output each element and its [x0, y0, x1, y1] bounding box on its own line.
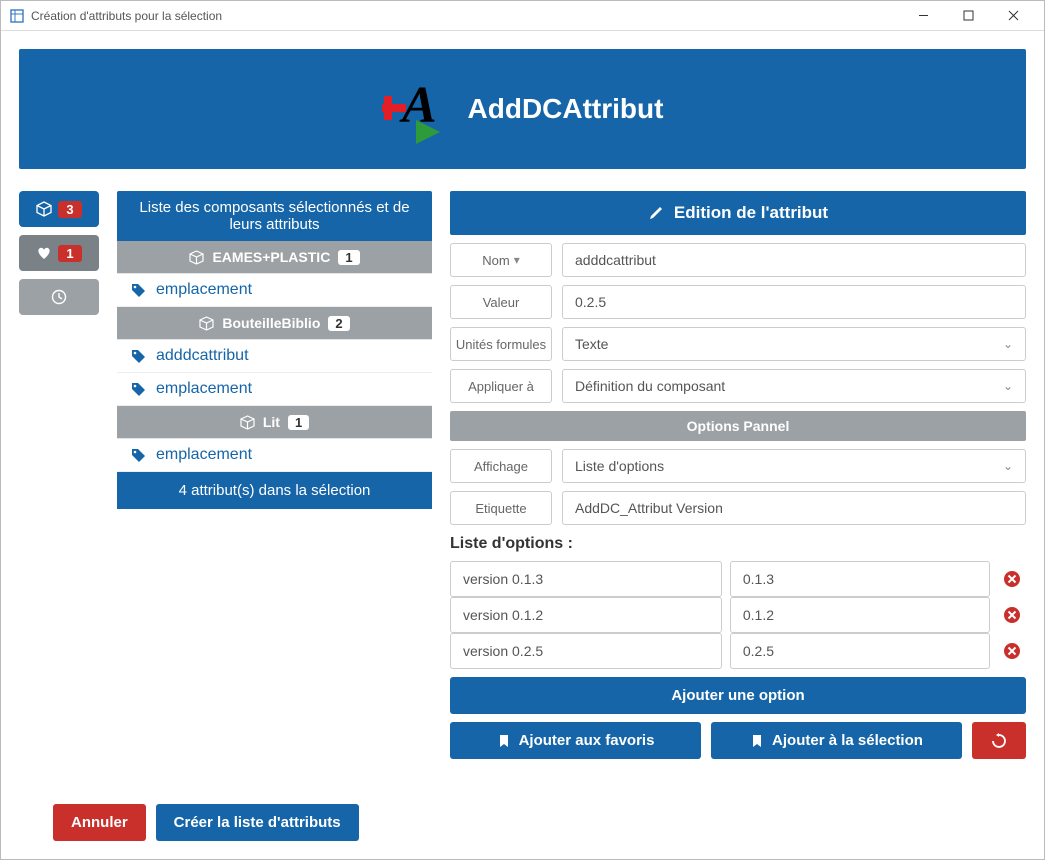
component-name: BouteilleBiblio	[222, 315, 320, 331]
component-list-footer: 4 attribut(s) dans la sélection	[117, 472, 432, 509]
tag-icon	[131, 283, 146, 298]
nom-label-button[interactable]: Nom ▾	[450, 243, 552, 277]
attribute-row[interactable]: emplacement	[117, 439, 432, 472]
affichage-select[interactable]: Liste d'options ⌄	[562, 449, 1026, 483]
attribute-row[interactable]: adddcattribut	[117, 340, 432, 373]
pencil-icon	[648, 205, 664, 221]
titlebar: Création d'attributs pour la sélection	[1, 1, 1044, 31]
selection-count-badge: 3	[58, 201, 81, 218]
favorites-count-badge: 1	[58, 245, 81, 262]
attribute-editor-panel: Edition de l'attribut Nom ▾ Valeur Unité…	[450, 191, 1026, 759]
clock-icon	[51, 289, 67, 305]
close-circle-icon	[1003, 570, 1021, 588]
component-list-header: Liste des composants sélectionnés et de …	[117, 191, 432, 241]
app-icon	[9, 8, 25, 24]
option-name-input[interactable]	[450, 561, 722, 597]
reset-button[interactable]	[972, 722, 1026, 759]
etiquette-label: Etiquette	[450, 491, 552, 525]
delete-option-button[interactable]	[998, 606, 1026, 624]
maximize-button[interactable]	[946, 1, 991, 31]
affichage-label: Affichage	[450, 449, 552, 483]
component-header[interactable]: BouteilleBiblio 2	[117, 307, 432, 340]
chevron-down-icon: ⌄	[1003, 379, 1013, 393]
cancel-button[interactable]: Annuler	[53, 804, 146, 841]
options-pannel-header: Options Pannel	[450, 411, 1026, 441]
chevron-down-icon: ⌄	[1003, 459, 1013, 473]
attribute-row[interactable]: emplacement	[117, 274, 432, 307]
cube-icon	[199, 316, 214, 331]
attribute-name: adddcattribut	[156, 347, 249, 365]
close-window-button[interactable]	[991, 1, 1036, 31]
caret-down-icon: ▾	[514, 253, 520, 267]
delete-option-button[interactable]	[998, 642, 1026, 660]
option-row	[450, 597, 1026, 633]
close-circle-icon	[1003, 606, 1021, 624]
option-name-input[interactable]	[450, 597, 722, 633]
tag-icon	[131, 349, 146, 364]
option-name-input[interactable]	[450, 633, 722, 669]
banner: A AddDCAttribut	[19, 49, 1026, 169]
options-list-title: Liste d'options :	[450, 535, 1026, 553]
option-row	[450, 633, 1026, 669]
cube-icon	[240, 415, 255, 430]
component-count-badge: 1	[288, 415, 309, 430]
heart-icon	[36, 245, 52, 261]
editor-header: Edition de l'attribut	[450, 191, 1026, 235]
option-value-input[interactable]	[730, 561, 990, 597]
component-count-badge: 1	[338, 250, 359, 265]
valeur-input[interactable]	[562, 285, 1026, 319]
window-title: Création d'attributs pour la sélection	[31, 9, 222, 23]
component-list-panel: Liste des composants sélectionnés et de …	[117, 191, 432, 759]
attribute-name: emplacement	[156, 281, 252, 299]
attribute-name: emplacement	[156, 380, 252, 398]
component-count-badge: 2	[328, 316, 349, 331]
banner-title: AddDCAttribut	[468, 93, 664, 125]
sidebar: 3 1	[19, 191, 99, 759]
option-row	[450, 561, 1026, 597]
cube-icon	[36, 201, 52, 217]
content: A AddDCAttribut 3 1	[1, 31, 1044, 859]
add-to-selection-button[interactable]: Ajouter à la sélection	[711, 722, 962, 759]
create-list-button[interactable]: Créer la liste d'attributs	[156, 804, 359, 841]
footer-bar: Annuler Créer la liste d'attributs	[53, 804, 359, 841]
attribute-name: emplacement	[156, 446, 252, 464]
sidebar-history-button[interactable]	[19, 279, 99, 315]
appliquer-label: Appliquer à	[450, 369, 552, 403]
editor-title: Edition de l'attribut	[674, 203, 828, 223]
attribute-row[interactable]: emplacement	[117, 373, 432, 406]
valeur-label: Valeur	[450, 285, 552, 319]
component-header[interactable]: Lit 1	[117, 406, 432, 439]
tag-icon	[131, 382, 146, 397]
sidebar-favorites-button[interactable]: 1	[19, 235, 99, 271]
bookmark-icon	[497, 734, 511, 748]
nom-input[interactable]	[562, 243, 1026, 277]
unites-label: Unités formules	[450, 327, 552, 361]
refresh-icon	[991, 733, 1007, 749]
delete-option-button[interactable]	[998, 570, 1026, 588]
sidebar-selection-button[interactable]: 3	[19, 191, 99, 227]
option-value-input[interactable]	[730, 597, 990, 633]
app-window: Création d'attributs pour la sélection A…	[0, 0, 1045, 860]
minimize-button[interactable]	[901, 1, 946, 31]
add-option-button[interactable]: Ajouter une option	[450, 677, 1026, 714]
etiquette-input[interactable]	[562, 491, 1026, 525]
option-value-input[interactable]	[730, 633, 990, 669]
app-logo: A	[382, 74, 452, 144]
component-header[interactable]: EAMES+PLASTIC 1	[117, 241, 432, 274]
close-circle-icon	[1003, 642, 1021, 660]
chevron-down-icon: ⌄	[1003, 337, 1013, 351]
add-to-favorites-button[interactable]: Ajouter aux favoris	[450, 722, 701, 759]
appliquer-select[interactable]: Définition du composant ⌄	[562, 369, 1026, 403]
component-name: EAMES+PLASTIC	[212, 249, 330, 265]
cube-icon	[189, 250, 204, 265]
tag-icon	[131, 448, 146, 463]
component-name: Lit	[263, 414, 280, 430]
bookmark-icon	[750, 734, 764, 748]
unites-select[interactable]: Texte ⌄	[562, 327, 1026, 361]
